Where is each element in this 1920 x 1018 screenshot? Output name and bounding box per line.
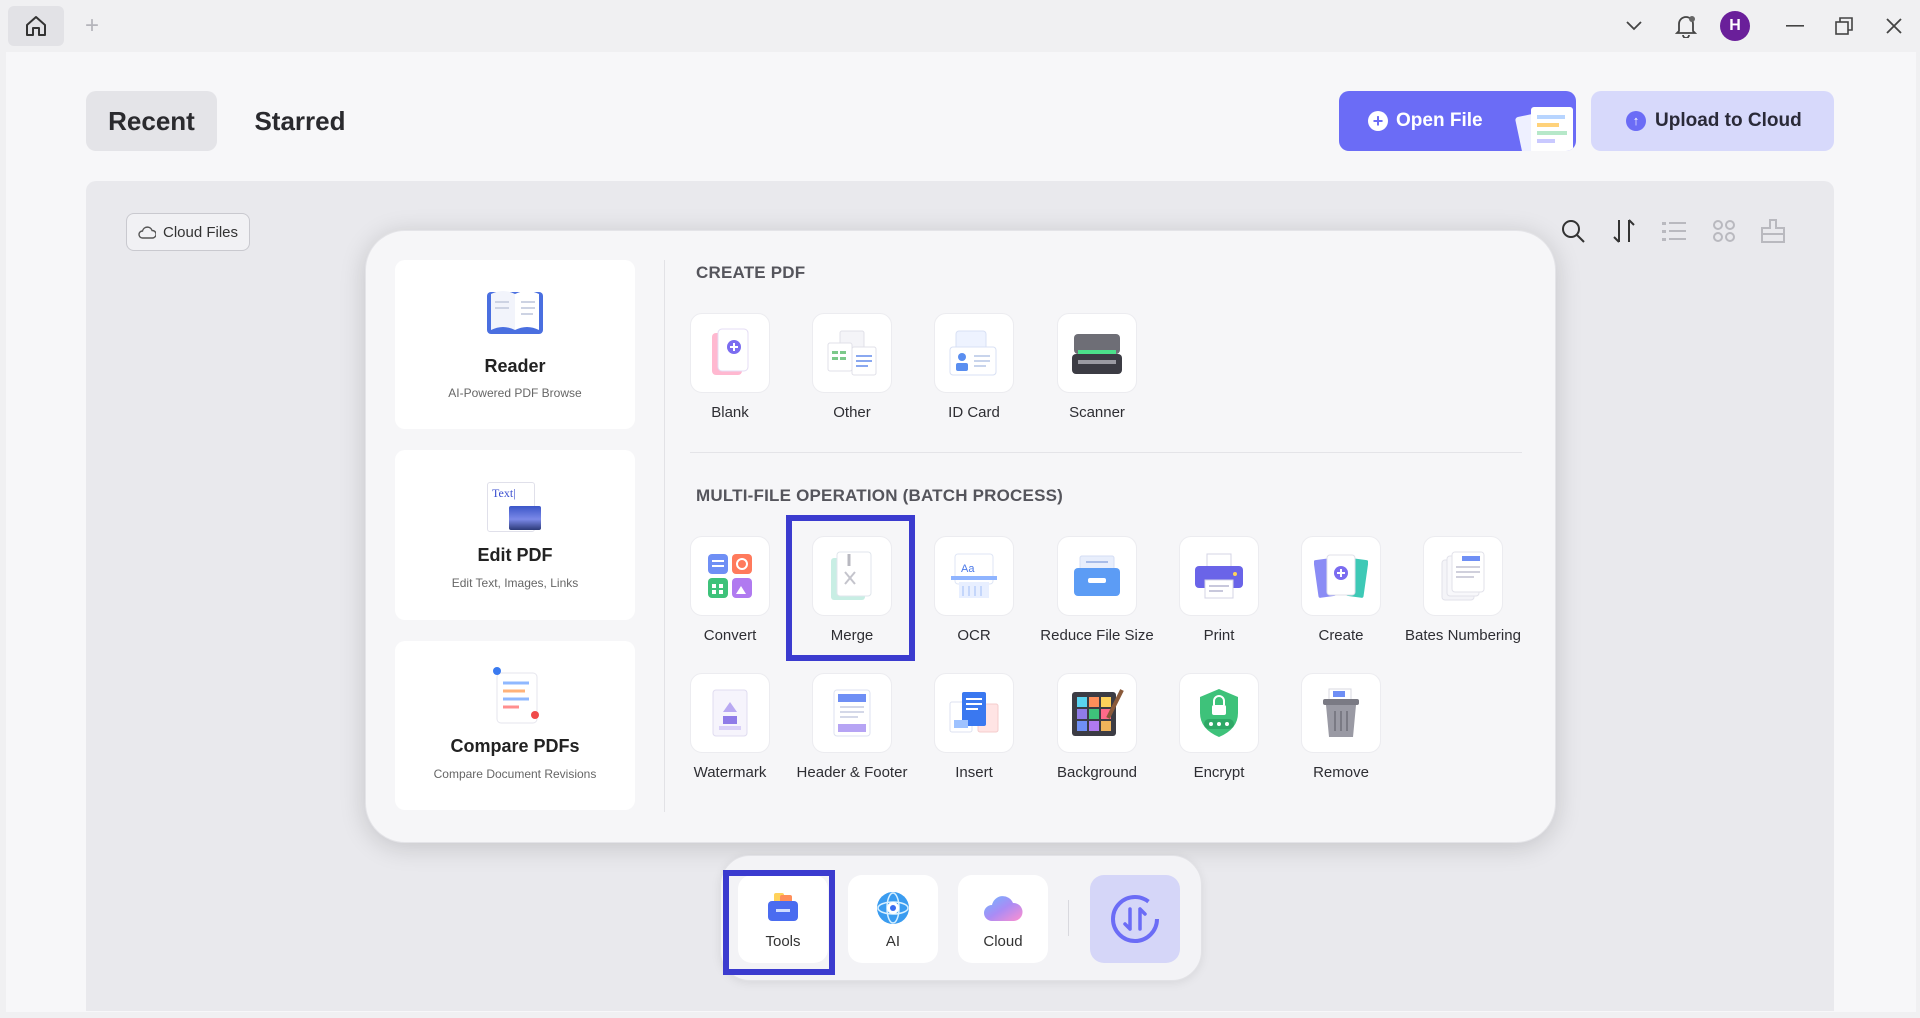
edit-pdf-icon-text: Text|	[492, 486, 516, 500]
reader-subtitle: AI-Powered PDF Browse	[448, 386, 582, 400]
list-view-icon[interactable]	[1657, 214, 1691, 248]
home-icon	[26, 16, 46, 36]
cloud-files-button[interactable]: Cloud Files	[126, 213, 250, 251]
reader-book-icon	[487, 291, 543, 334]
close-button[interactable]	[1880, 0, 1908, 52]
tool-scanner[interactable]: Scanner	[1036, 313, 1158, 433]
tab-recent[interactable]: Recent	[86, 91, 217, 151]
blank-page-icon	[690, 313, 770, 393]
tab-starred[interactable]: Starred	[240, 91, 360, 151]
dock-switch-button[interactable]	[1090, 875, 1180, 963]
reader-title: Reader	[484, 356, 546, 376]
cloud-icon	[138, 226, 156, 239]
plus-circle-icon: +	[1368, 111, 1388, 131]
avatar[interactable]: H	[1719, 0, 1751, 52]
compare-pdfs-subtitle: Compare Document Revisions	[433, 767, 597, 781]
tool-label: Remove	[1313, 764, 1369, 781]
open-file-button[interactable]: + Open File	[1339, 91, 1576, 151]
scanner-icon	[1057, 313, 1137, 393]
other-formats-icon	[812, 313, 892, 393]
avatar-initial: H	[1720, 11, 1750, 41]
close-icon	[1886, 18, 1902, 34]
reader-card[interactable]: Reader AI-Powered PDF Browse	[395, 260, 635, 429]
cloud-files-label: Cloud Files	[162, 223, 239, 241]
insert-pages-icon	[934, 673, 1014, 753]
minimize-icon	[1786, 25, 1804, 27]
edit-pdf-icon: Text|	[487, 482, 545, 534]
open-file-label: Open File	[1396, 110, 1483, 131]
dock-divider	[1068, 900, 1069, 936]
restore-button[interactable]	[1830, 0, 1858, 52]
compress-icon	[1057, 536, 1137, 616]
dock-ai[interactable]: AI	[848, 875, 938, 963]
home-tab[interactable]	[8, 6, 64, 46]
tools-highlight	[723, 870, 835, 975]
title-bar: + H	[0, 0, 1920, 52]
lock-shield-icon	[1179, 673, 1259, 753]
compare-pdfs-title: Compare PDFs	[450, 736, 580, 756]
create-pdf-heading: CREATE PDF	[696, 263, 806, 282]
grid-view-icon[interactable]	[1707, 214, 1741, 248]
search-icon[interactable]	[1556, 214, 1590, 248]
merge-highlight	[786, 515, 915, 661]
chevron-down-icon[interactable]	[1620, 0, 1648, 52]
printer-icon	[1179, 536, 1259, 616]
switch-arrows-icon	[1111, 895, 1159, 943]
header-footer-icon	[812, 673, 892, 753]
upload-to-cloud-button[interactable]: ↑ Upload to Cloud	[1591, 91, 1834, 151]
restore-icon	[1835, 17, 1853, 35]
popup-vertical-divider	[664, 260, 665, 812]
compare-pdfs-card[interactable]: Compare PDFs Compare Document Revisions	[395, 641, 635, 810]
document-stack-icon	[1515, 107, 1573, 151]
ai-icon	[877, 892, 909, 924]
tool-bates-numbering[interactable]: Bates Numbering	[1402, 536, 1524, 656]
tool-remove[interactable]: Remove	[1280, 673, 1402, 793]
background-icon	[1057, 673, 1137, 753]
ocr-icon: Aa	[934, 536, 1014, 616]
edit-pdf-subtitle: Edit Text, Images, Links	[451, 576, 579, 590]
bell-icon[interactable]	[1671, 0, 1701, 52]
bates-numbering-icon	[1423, 536, 1503, 616]
tool-label: Scanner	[1069, 404, 1125, 421]
edit-pdf-card[interactable]: Text| Edit PDF Edit Text, Images, Links	[395, 450, 635, 620]
watermark-icon	[690, 673, 770, 753]
batch-heading: MULTI-FILE OPERATION (BATCH PROCESS)	[696, 486, 1064, 505]
trash-icon	[1301, 673, 1381, 753]
popup-horizontal-divider	[690, 452, 1522, 453]
upload-arrow-icon: ↑	[1626, 111, 1646, 131]
minimize-button[interactable]	[1781, 0, 1809, 52]
convert-icon	[690, 536, 770, 616]
cloud-color-icon	[984, 896, 1023, 921]
new-tab-button[interactable]: +	[82, 12, 102, 40]
compare-icon	[493, 667, 539, 724]
dock-cloud[interactable]: Cloud	[958, 875, 1048, 963]
create-icon	[1301, 536, 1381, 616]
upload-label: Upload to Cloud	[1655, 110, 1802, 131]
dock-cloud-label: Cloud	[983, 933, 1023, 950]
clear-recent-icon[interactable]	[1756, 214, 1790, 248]
edit-pdf-title: Edit PDF	[477, 545, 553, 565]
id-card-icon	[934, 313, 1014, 393]
sort-icon[interactable]	[1607, 214, 1641, 248]
dock-ai-label: AI	[885, 933, 901, 950]
svg-text:Aa: Aa	[961, 563, 975, 575]
tool-label: Bates Numbering	[1405, 627, 1521, 644]
